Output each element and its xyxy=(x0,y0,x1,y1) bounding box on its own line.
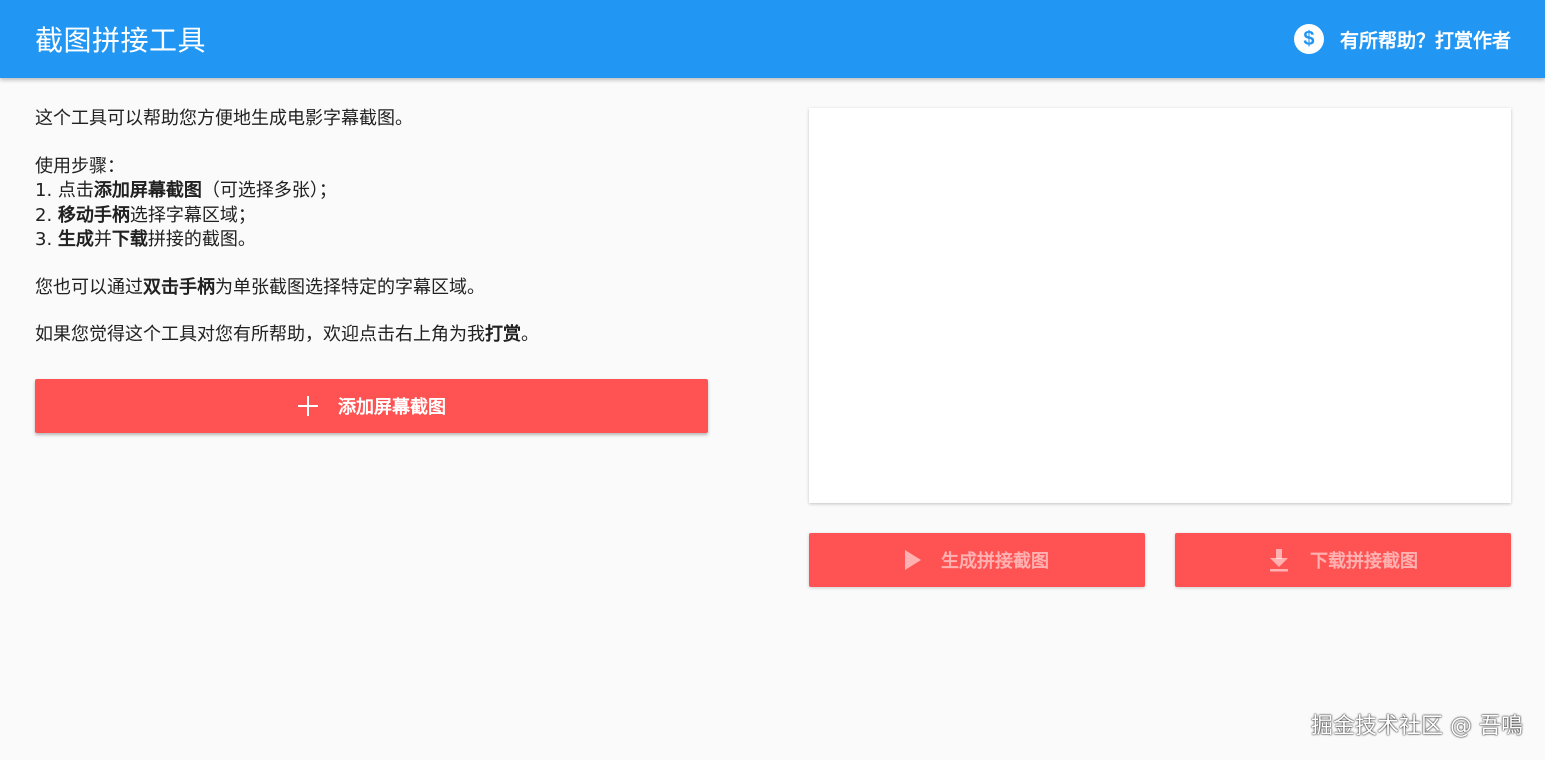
donate-label: 有所帮助？打赏作者 xyxy=(1339,29,1511,52)
thanks-text: 如果您觉得这个工具对您有所帮助，欢迎点击右上角为我打赏。 xyxy=(35,323,708,348)
step-1: 1. 点击添加屏幕截图（可选择多张）； xyxy=(35,179,708,204)
step-2-suffix: 选择字幕区域； xyxy=(129,204,256,226)
generate-label: 生成拼接截图 xyxy=(941,551,1049,571)
dollar-circle-icon: $ xyxy=(1293,24,1324,54)
add-screenshot-button[interactable]: 添加屏幕截图 xyxy=(35,379,708,433)
donate-link[interactable]: $ 有所帮助？打赏作者 xyxy=(1293,24,1511,54)
tip-prefix: 您也可以通过 xyxy=(35,276,143,298)
tip-emphasis: 双击手柄 xyxy=(143,276,215,298)
step-3-emphasis-download: 下载 xyxy=(111,229,148,250)
steps-list: 使用步骤： 1. 点击添加屏幕截图（可选择多张）； 2. 移动手柄选择字幕区域；… xyxy=(35,155,708,253)
step-3-mid: 并 xyxy=(93,229,112,250)
app-bar: 截图拼接工具 $ 有所帮助？打赏作者 xyxy=(0,0,1545,78)
plus-icon xyxy=(297,395,319,417)
instructions-panel: 这个工具可以帮助您方便地生成电影字幕截图。 使用步骤： 1. 点击添加屏幕截图（… xyxy=(35,107,708,371)
step-1-prefix: 1. 点击 xyxy=(35,180,94,201)
step-3-emphasis-generate: 生成 xyxy=(57,229,94,250)
download-button[interactable]: 下载拼接截图 xyxy=(1175,533,1511,587)
step-1-suffix: （可选择多张）； xyxy=(201,180,337,201)
download-icon xyxy=(1268,548,1290,572)
tip-suffix: 为单张截图选择特定的字幕区域。 xyxy=(215,276,485,298)
generate-button[interactable]: 生成拼接截图 xyxy=(809,533,1145,587)
watermark-text: 掘金技术社区 @ 吾鳴 xyxy=(1311,714,1523,739)
step-2-prefix: 2. xyxy=(35,204,58,226)
app-title: 截图拼接工具 xyxy=(35,24,207,57)
step-1-emphasis: 添加屏幕截图 xyxy=(93,180,202,201)
step-2: 2. 移动手柄选择字幕区域； xyxy=(35,204,708,229)
thanks-suffix: 。 xyxy=(521,324,539,345)
thanks-emphasis: 打赏 xyxy=(485,324,521,345)
play-icon xyxy=(905,550,921,570)
description-text: 这个工具可以帮助您方便地生成电影字幕截图。 xyxy=(35,108,413,129)
download-label: 下载拼接截图 xyxy=(1310,551,1418,571)
tip-text: 您也可以通过双击手柄为单张截图选择特定的字幕区域。 xyxy=(35,276,708,301)
add-screenshot-label: 添加屏幕截图 xyxy=(338,397,446,417)
step-2-emphasis: 移动手柄 xyxy=(57,204,130,226)
step-3-prefix: 3. xyxy=(35,229,58,250)
step-3-suffix: 拼接的截图。 xyxy=(147,229,256,250)
thanks-prefix: 如果您觉得这个工具对您有所帮助，欢迎点击右上角为我 xyxy=(35,324,485,345)
step-3: 3. 生成并下载拼接的截图。 xyxy=(35,228,708,253)
preview-canvas xyxy=(809,108,1511,503)
steps-title: 使用步骤： xyxy=(35,155,125,177)
